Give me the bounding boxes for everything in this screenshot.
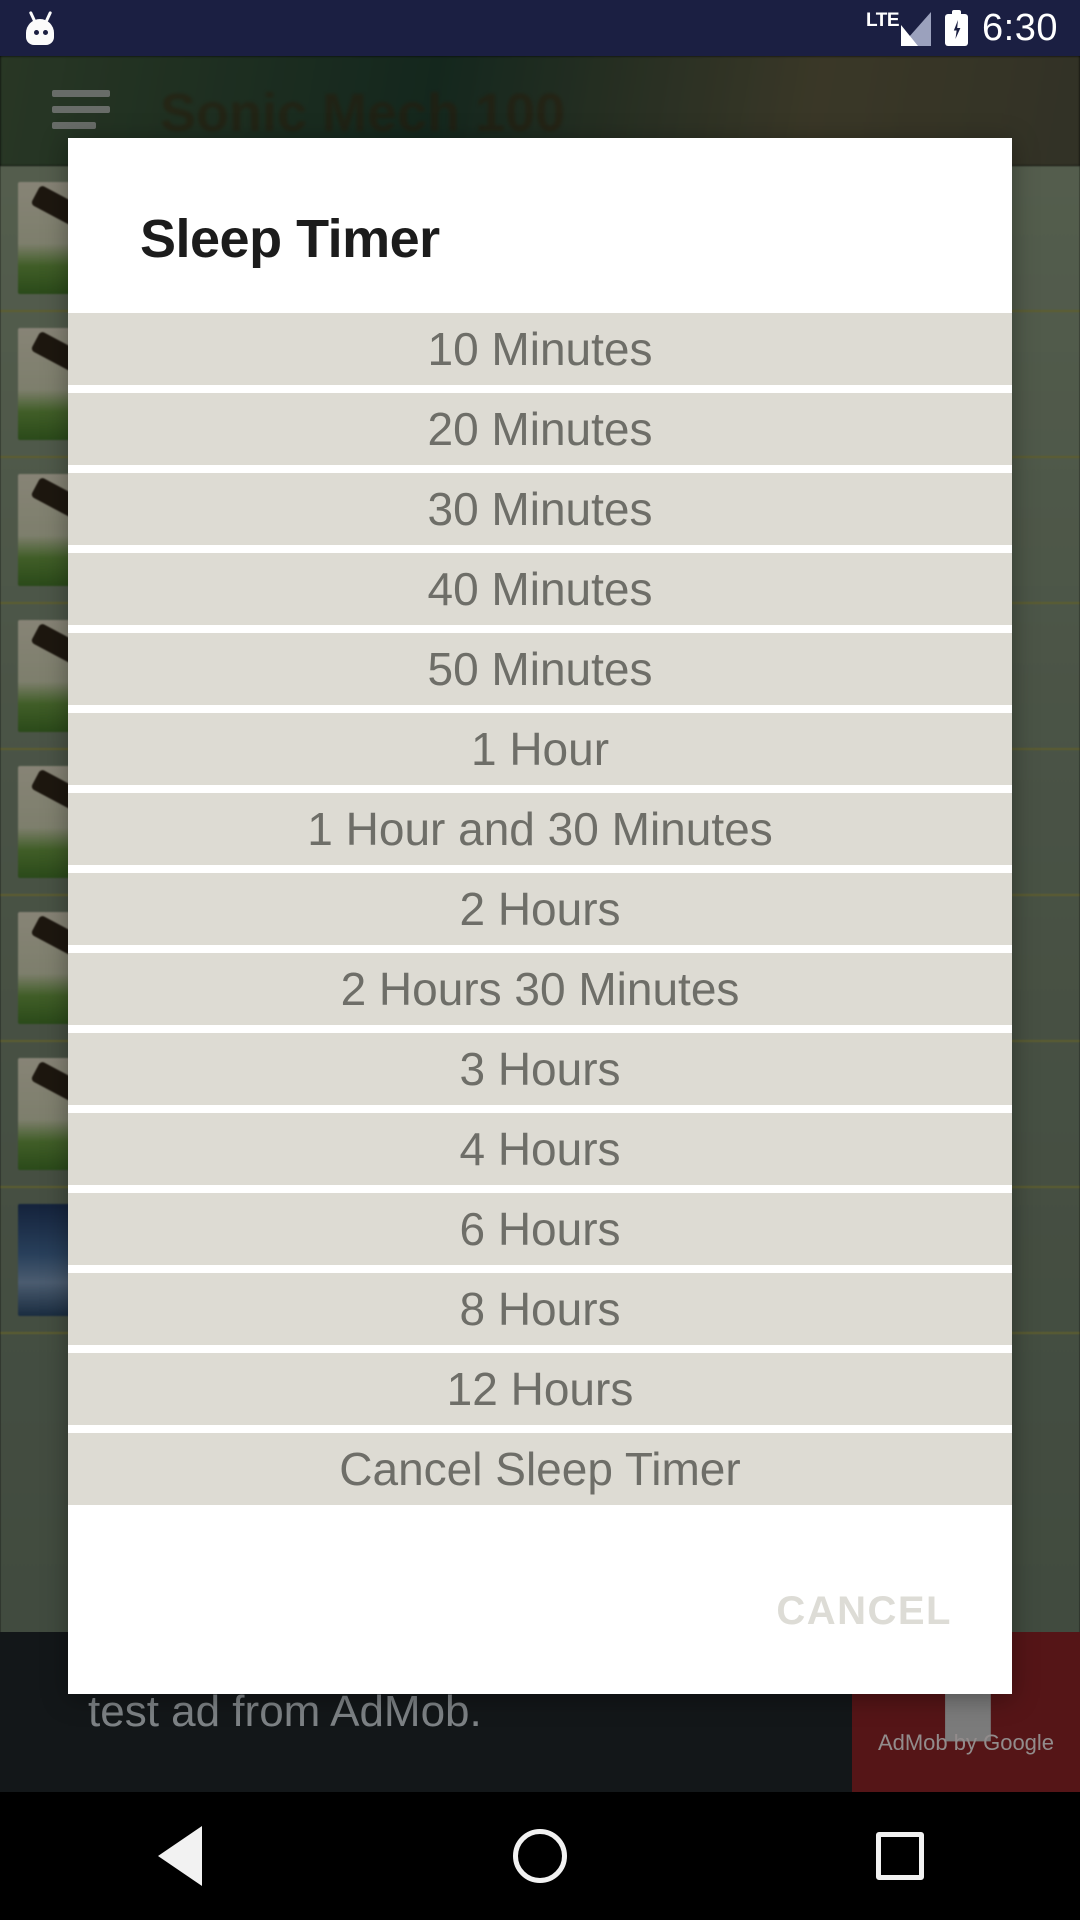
option-label: 8 Hours	[459, 1283, 621, 1335]
back-triangle-icon	[158, 1826, 202, 1886]
dialog-footer: CANCEL	[68, 1529, 1012, 1694]
option-2-hours-30-minutes[interactable]: 2 Hours 30 Minutes	[68, 953, 1012, 1025]
option-label: 10 Minutes	[427, 323, 653, 375]
dialog-title: Sleep Timer	[140, 209, 440, 269]
option-1-hour[interactable]: 1 Hour	[68, 713, 1012, 785]
recents-square-icon	[876, 1832, 924, 1880]
status-bar-right: LTE 6:30	[866, 9, 1058, 47]
option-label: 2 Hours 30 Minutes	[340, 963, 740, 1015]
option-label: 30 Minutes	[427, 483, 653, 535]
network-label: LTE	[866, 9, 900, 31]
phone-screen: Sonic Mech 100 test ad from AdMob. ▐▌ Ad…	[0, 0, 1080, 1920]
option-50-minutes[interactable]: 50 Minutes	[68, 633, 1012, 705]
nav-back-button[interactable]	[80, 1792, 280, 1920]
option-40-minutes[interactable]: 40 Minutes	[68, 553, 1012, 625]
home-circle-icon	[513, 1829, 567, 1883]
sleep-timer-dialog: Sleep Timer 10 Minutes 20 Minutes 30 Min…	[68, 138, 1012, 1694]
option-8-hours[interactable]: 8 Hours	[68, 1273, 1012, 1345]
option-label: 40 Minutes	[427, 563, 653, 615]
status-bar-clock: 6:30	[982, 7, 1058, 49]
option-label: 12 Hours	[446, 1363, 634, 1415]
option-label: 1 Hour	[470, 723, 610, 775]
android-mascot-icon	[22, 10, 58, 45]
option-4-hours[interactable]: 4 Hours	[68, 1113, 1012, 1185]
option-label: 4 Hours	[459, 1123, 621, 1175]
option-cancel-sleep-timer[interactable]: Cancel Sleep Timer	[68, 1433, 1012, 1505]
option-label: 2 Hours	[459, 883, 621, 935]
option-label: 1 Hour and 30 Minutes	[307, 803, 773, 855]
option-2-hours[interactable]: 2 Hours	[68, 873, 1012, 945]
network-status: LTE	[866, 9, 932, 46]
battery-charging-icon	[945, 10, 969, 46]
navigation-bar	[0, 1792, 1080, 1920]
option-12-hours[interactable]: 12 Hours	[68, 1353, 1012, 1425]
option-1-hour-30-minutes[interactable]: 1 Hour and 30 Minutes	[68, 793, 1012, 865]
option-20-minutes[interactable]: 20 Minutes	[68, 393, 1012, 465]
nav-recents-button[interactable]	[800, 1792, 1000, 1920]
nav-home-button[interactable]	[440, 1792, 640, 1920]
option-label: 6 Hours	[459, 1203, 621, 1255]
option-6-hours[interactable]: 6 Hours	[68, 1193, 1012, 1265]
signal-bars-icon	[901, 11, 932, 46]
status-bar-left	[22, 10, 58, 45]
option-label: 20 Minutes	[427, 403, 653, 455]
option-label: 3 Hours	[459, 1043, 621, 1095]
option-label: Cancel Sleep Timer	[339, 1443, 741, 1495]
cancel-button[interactable]: CANCEL	[776, 1589, 952, 1634]
option-label: 50 Minutes	[427, 643, 653, 695]
option-10-minutes[interactable]: 10 Minutes	[68, 313, 1012, 385]
status-bar: LTE 6:30	[0, 0, 1080, 56]
option-30-minutes[interactable]: 30 Minutes	[68, 473, 1012, 545]
option-3-hours[interactable]: 3 Hours	[68, 1033, 1012, 1105]
sleep-timer-option-list: 10 Minutes 20 Minutes 30 Minutes 40 Minu…	[68, 313, 1012, 1505]
